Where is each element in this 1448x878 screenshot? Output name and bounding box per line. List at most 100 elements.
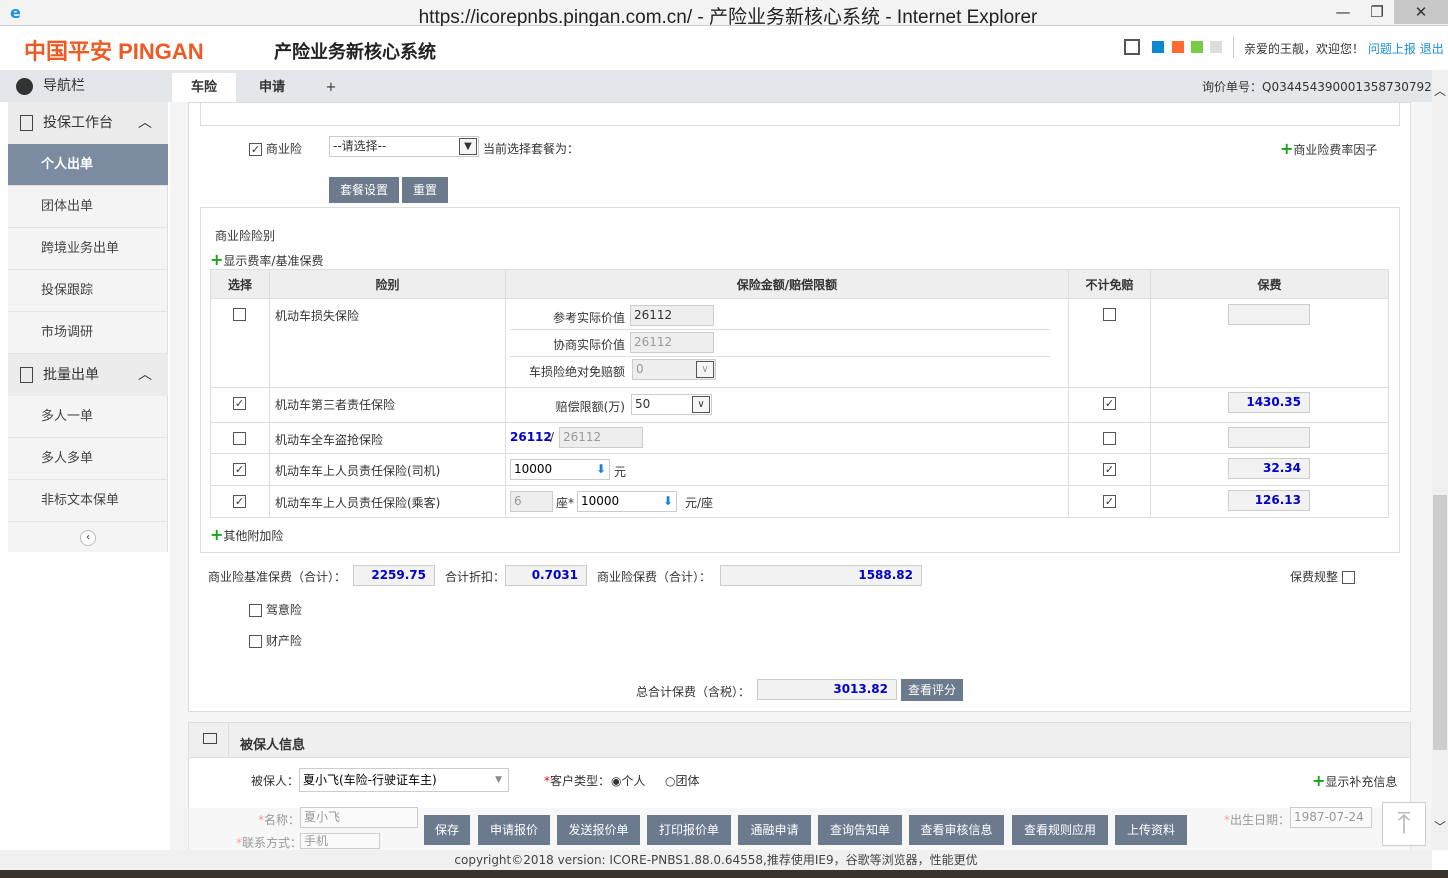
report-issue-link[interactable]: 问题上报 xyxy=(1368,42,1416,56)
radio-personal[interactable]: ◉个人 xyxy=(611,772,646,789)
scroll-thumb[interactable] xyxy=(1433,495,1447,750)
sidebar-item-multi-one[interactable]: 多人一单 xyxy=(8,396,168,438)
other-addon-link[interactable]: +其他附加险 xyxy=(210,525,283,544)
select-checkbox-third-party[interactable]: ✓ xyxy=(233,397,246,410)
theme-blue[interactable] xyxy=(1152,41,1164,53)
system-name: 产险业务新核心系统 xyxy=(274,42,436,63)
collapse-sidebar-button[interactable]: ‹ xyxy=(80,530,96,546)
logout-link[interactable]: 退出 xyxy=(1420,42,1444,56)
sidebar-item-tracking[interactable]: 投保跟踪 xyxy=(8,270,168,312)
premium-adjust-checkbox[interactable]: 保费规整 xyxy=(1290,568,1355,585)
accommodation-request-button[interactable]: 通融申请 xyxy=(738,815,811,845)
package-select[interactable]: --请选择-- ▼ xyxy=(329,136,479,157)
theme-green[interactable] xyxy=(1191,41,1203,53)
sidebar-item-research[interactable]: 市场调研 xyxy=(8,312,168,354)
sidebar-item-cross-border[interactable]: 跨境业务出单 xyxy=(8,228,168,270)
reset-button[interactable]: 重置 xyxy=(402,177,448,203)
accident-insurance-checkbox[interactable]: 驾意险 xyxy=(249,601,302,618)
birth-input[interactable]: 1987-07-24 xyxy=(1290,807,1372,828)
sidebar-item-nonstandard[interactable]: 非标文本保单 xyxy=(8,480,168,522)
sidebar-group-workbench[interactable]: 投保工作台 ︿ xyxy=(8,102,168,144)
commercial-checkbox[interactable]: ✓ 商业险 xyxy=(249,140,302,157)
contact-select[interactable]: 手机 xyxy=(300,833,380,849)
package-settings-button[interactable]: 套餐设置 xyxy=(329,177,399,203)
col-no-deductible: 不计免赔 xyxy=(1068,269,1151,299)
sidebar-item-group[interactable]: 团体出单 xyxy=(8,186,168,228)
no-deductible-checkbox[interactable]: ✓ xyxy=(1103,397,1116,410)
select-checkbox-damage[interactable] xyxy=(233,308,246,321)
select-checkbox-driver[interactable]: ✓ xyxy=(233,463,246,476)
premium-field xyxy=(1228,304,1310,325)
tab-apply[interactable]: 申请 xyxy=(240,73,304,102)
sidebar-item-individual[interactable]: 个人出单 xyxy=(8,144,168,186)
globe-icon xyxy=(16,78,33,95)
no-deductible-checkbox[interactable]: ✓ xyxy=(1103,495,1116,508)
show-more-info-link[interactable]: +显示补充信息 xyxy=(1312,771,1397,790)
scroll-down-arrow[interactable]: ﹀ xyxy=(1434,818,1446,835)
premium-field xyxy=(1228,427,1310,448)
radio-group[interactable]: ○团体 xyxy=(665,772,700,789)
no-deductible-checkbox[interactable]: ✓ xyxy=(1103,463,1116,476)
col-amount: 保险金额/赔偿限额 xyxy=(505,269,1069,299)
chevron-down-icon: ∨ xyxy=(692,396,710,413)
view-review-button[interactable]: 查看审核信息 xyxy=(909,815,1004,845)
plus-icon: + xyxy=(1312,771,1326,790)
unit-label: 元/座 xyxy=(685,496,714,510)
total-premium-value: 3013.82 xyxy=(757,679,897,700)
save-button[interactable]: 保存 xyxy=(424,815,470,845)
request-quote-button[interactable]: 申请报价 xyxy=(478,815,550,845)
add-tab-button[interactable]: + xyxy=(316,73,346,102)
view-score-button[interactable]: 查看评分 xyxy=(901,679,963,701)
upload-button[interactable]: 上传资料 xyxy=(1115,815,1187,845)
deductible-select[interactable]: 0 ∨ xyxy=(632,359,716,380)
minimize-button[interactable]: — xyxy=(1326,0,1360,24)
chevron-up-icon: ︿ xyxy=(138,115,152,131)
select-checkbox-passenger[interactable]: ✓ xyxy=(233,495,246,508)
no-deductible-checkbox[interactable] xyxy=(1103,308,1116,321)
sidebar-nav-title: 导航栏 xyxy=(8,70,168,102)
show-rate-link[interactable]: +显示费率/基准保费 xyxy=(210,250,323,269)
property-insurance-checkbox[interactable]: 财产险 xyxy=(249,632,302,649)
plus-icon: + xyxy=(210,525,224,544)
window-title: https://icorepnbs.pingan.com.cn/ - 产险业务新… xyxy=(418,7,1038,28)
chevron-down-icon: ∨ xyxy=(696,361,714,378)
arrow-down-icon: ⬇ xyxy=(595,462,606,476)
insured-header xyxy=(189,723,1410,758)
view-rules-button[interactable]: 查看规则应用 xyxy=(1012,815,1108,845)
send-quote-button[interactable]: 发送报价单 xyxy=(557,815,640,845)
scroll-up-arrow[interactable]: ︿ xyxy=(1434,82,1446,99)
driver-amount-input[interactable]: 10000 ⬇ xyxy=(510,459,610,480)
premium-field: 126.13 xyxy=(1228,490,1310,511)
chevron-up-icon: ︿ xyxy=(138,367,152,383)
no-deductible-checkbox[interactable] xyxy=(1103,432,1116,445)
theft-amount: 26112 xyxy=(510,430,552,444)
query-notice-button[interactable]: 查询告知单 xyxy=(818,815,902,845)
maximize-button[interactable]: ❐ xyxy=(1360,0,1394,24)
rate-factor-link[interactable]: +商业险费率因子 xyxy=(1280,139,1377,158)
sidebar-group-batch[interactable]: 批量出单 ︿ xyxy=(8,354,168,396)
coverage-name: 机动车车上人员责任保险(乘客) xyxy=(275,496,441,510)
liability-limit-select[interactable]: 50 ∨ xyxy=(631,394,712,415)
back-to-top-button[interactable]: ⤒ xyxy=(1382,802,1426,846)
print-quote-button[interactable]: 打印报价单 xyxy=(647,815,731,845)
section-title: 商业险险别 xyxy=(215,229,276,243)
customer-type: *客户类型： xyxy=(544,774,611,788)
close-button[interactable]: ✕ xyxy=(1394,0,1448,24)
vertical-scrollbar[interactable]: ︿ ﹀ xyxy=(1432,70,1448,850)
name-input[interactable]: 夏小飞 xyxy=(300,807,418,828)
tab-car-insurance[interactable]: 车险 xyxy=(172,73,236,102)
theme-gray[interactable] xyxy=(1210,41,1222,53)
divider xyxy=(1233,36,1234,58)
footer: copyright©2018 version: ICORE-PNBS1.88.0… xyxy=(0,850,1432,870)
insured-select[interactable]: 夏小飞(车险-行驶证车主) ▼ xyxy=(299,768,509,792)
select-checkbox-theft[interactable] xyxy=(233,432,246,445)
field-label: 参考实际价值 xyxy=(552,311,625,325)
passenger-amount-input[interactable]: 10000 ⬇ xyxy=(577,491,677,512)
theme-orange[interactable] xyxy=(1172,41,1184,53)
name-label: *名称： xyxy=(258,813,301,827)
current-package-label: 当前选择套餐为： xyxy=(483,142,580,156)
fullscreen-icon[interactable] xyxy=(1124,39,1140,55)
plus-icon: + xyxy=(1280,139,1294,158)
sidebar-item-multi-multi[interactable]: 多人多单 xyxy=(8,438,168,480)
separator: / xyxy=(550,430,555,444)
